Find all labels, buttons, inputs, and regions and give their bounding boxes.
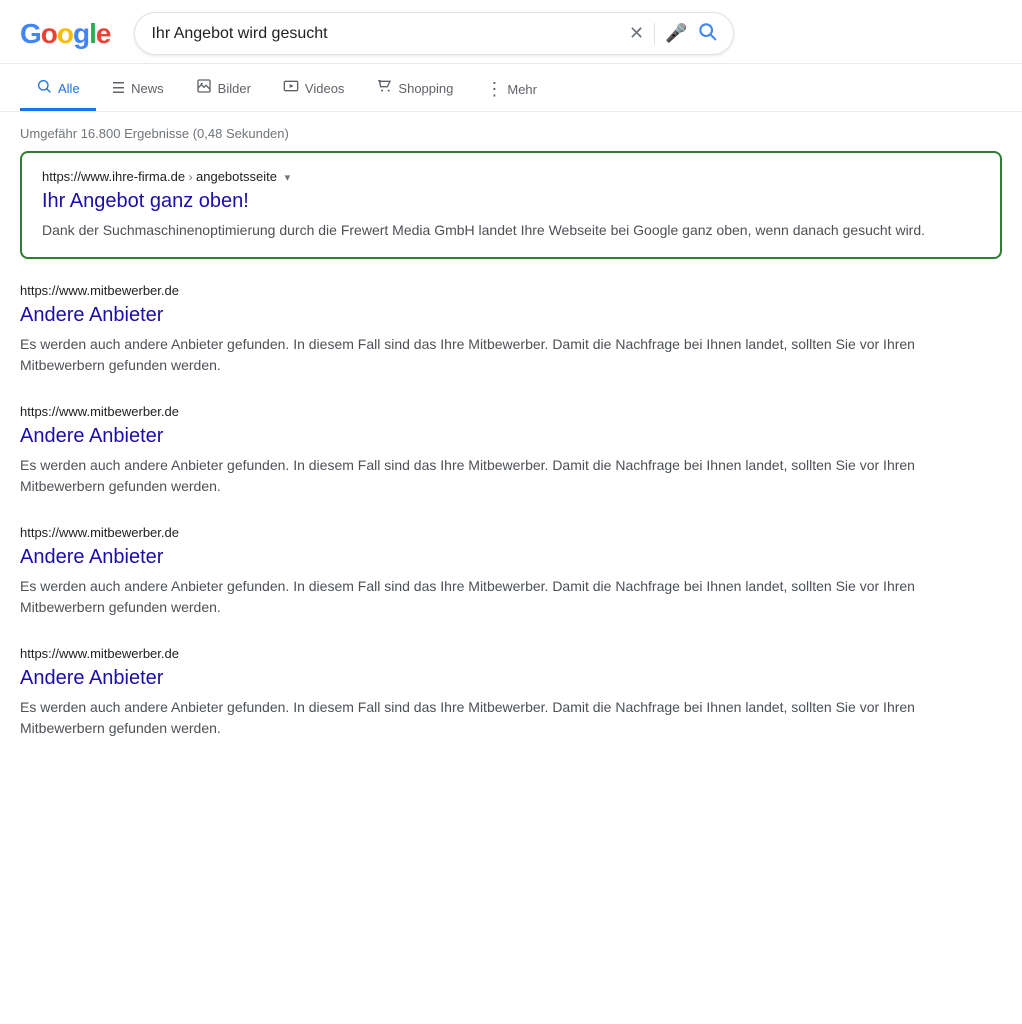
result-snippet-2: Es werden auch andere Anbieter gefunden.… — [20, 455, 1002, 497]
tab-videos-label: Videos — [305, 81, 345, 96]
result-title-4[interactable]: Andere Anbieter — [20, 665, 1002, 691]
tab-bilder[interactable]: Bilder — [180, 68, 267, 111]
logo-letter-e: e — [96, 18, 111, 50]
result-title-2[interactable]: Andere Anbieter — [20, 423, 1002, 449]
search-bar-icons: ✕ 🎤 — [629, 21, 718, 46]
alle-icon — [36, 78, 52, 98]
logo-letter-g2: g — [73, 18, 89, 50]
result-url-text-2: https://www.mitbewerber.de — [20, 404, 179, 419]
search-bar: ✕ 🎤 — [134, 12, 734, 55]
logo-letter-g: G — [20, 18, 41, 50]
result-title-3[interactable]: Andere Anbieter — [20, 544, 1002, 570]
result-item-1: https://www.mitbewerber.de Andere Anbiet… — [20, 283, 1002, 376]
results-container: https://www.ihre-firma.de › angebotsseit… — [0, 151, 1022, 739]
featured-url-text: https://www.ihre-firma.de — [42, 169, 185, 184]
tab-alle[interactable]: Alle — [20, 68, 96, 111]
result-url-text-4: https://www.mitbewerber.de — [20, 646, 179, 661]
search-button-icon[interactable] — [697, 21, 717, 46]
result-url-text-1: https://www.mitbewerber.de — [20, 283, 179, 298]
vertical-divider — [654, 23, 655, 45]
tab-bilder-label: Bilder — [218, 81, 251, 96]
breadcrumb-separator: › — [189, 170, 196, 184]
featured-result-title[interactable]: Ihr Angebot ganz oben! — [42, 188, 980, 214]
mic-icon[interactable]: 🎤 — [665, 23, 687, 44]
shopping-icon — [376, 78, 392, 98]
nav-tabs: Alle ☰ News Bilder Videos — [0, 64, 1022, 112]
logo-letter-o2: o — [57, 18, 73, 50]
featured-result-url: https://www.ihre-firma.de › angebotsseit… — [42, 169, 980, 184]
result-url-4: https://www.mitbewerber.de — [20, 646, 1002, 661]
result-url-text-3: https://www.mitbewerber.de — [20, 525, 179, 540]
tab-videos[interactable]: Videos — [267, 68, 361, 111]
result-item-2: https://www.mitbewerber.de Andere Anbiet… — [20, 404, 1002, 497]
mehr-dots-icon: ⋮ — [485, 79, 503, 100]
featured-result: https://www.ihre-firma.de › angebotsseit… — [20, 151, 1002, 259]
header: Google ✕ 🎤 — [0, 0, 1022, 64]
results-stats-text: Umgefähr 16.800 Ergebnisse (0,48 Sekunde… — [20, 126, 289, 141]
result-url-1: https://www.mitbewerber.de — [20, 283, 1002, 298]
dropdown-arrow-icon[interactable]: ▾ — [285, 172, 291, 184]
tab-shopping-label: Shopping — [398, 81, 453, 96]
tab-shopping[interactable]: Shopping — [360, 68, 469, 111]
result-url-2: https://www.mitbewerber.de — [20, 404, 1002, 419]
result-snippet-4: Es werden auch andere Anbieter gefunden.… — [20, 697, 1002, 739]
result-title-1[interactable]: Andere Anbieter — [20, 302, 1002, 328]
tab-alle-label: Alle — [58, 81, 80, 96]
search-input[interactable] — [151, 25, 620, 43]
clear-icon[interactable]: ✕ — [629, 23, 644, 44]
results-stats: Umgefähr 16.800 Ergebnisse (0,48 Sekunde… — [0, 112, 1022, 151]
google-logo: Google — [20, 18, 110, 50]
logo-letter-l: l — [89, 18, 96, 50]
result-item-4: https://www.mitbewerber.de Andere Anbiet… — [20, 646, 1002, 739]
tab-news[interactable]: ☰ News — [96, 69, 180, 110]
result-item-3: https://www.mitbewerber.de Andere Anbiet… — [20, 525, 1002, 618]
featured-result-snippet: Dank der Suchmaschinenoptimierung durch … — [42, 220, 980, 241]
bilder-icon — [196, 78, 212, 98]
result-snippet-1: Es werden auch andere Anbieter gefunden.… — [20, 334, 1002, 376]
tab-news-label: News — [131, 81, 164, 96]
featured-breadcrumb: angebotsseite — [196, 169, 277, 184]
tab-mehr[interactable]: ⋮ Mehr — [469, 69, 553, 110]
logo-letter-o1: o — [41, 18, 57, 50]
result-snippet-3: Es werden auch andere Anbieter gefunden.… — [20, 576, 1002, 618]
tab-mehr-label: Mehr — [507, 82, 537, 97]
news-icon: ☰ — [112, 79, 125, 97]
result-url-3: https://www.mitbewerber.de — [20, 525, 1002, 540]
videos-icon — [283, 78, 299, 98]
